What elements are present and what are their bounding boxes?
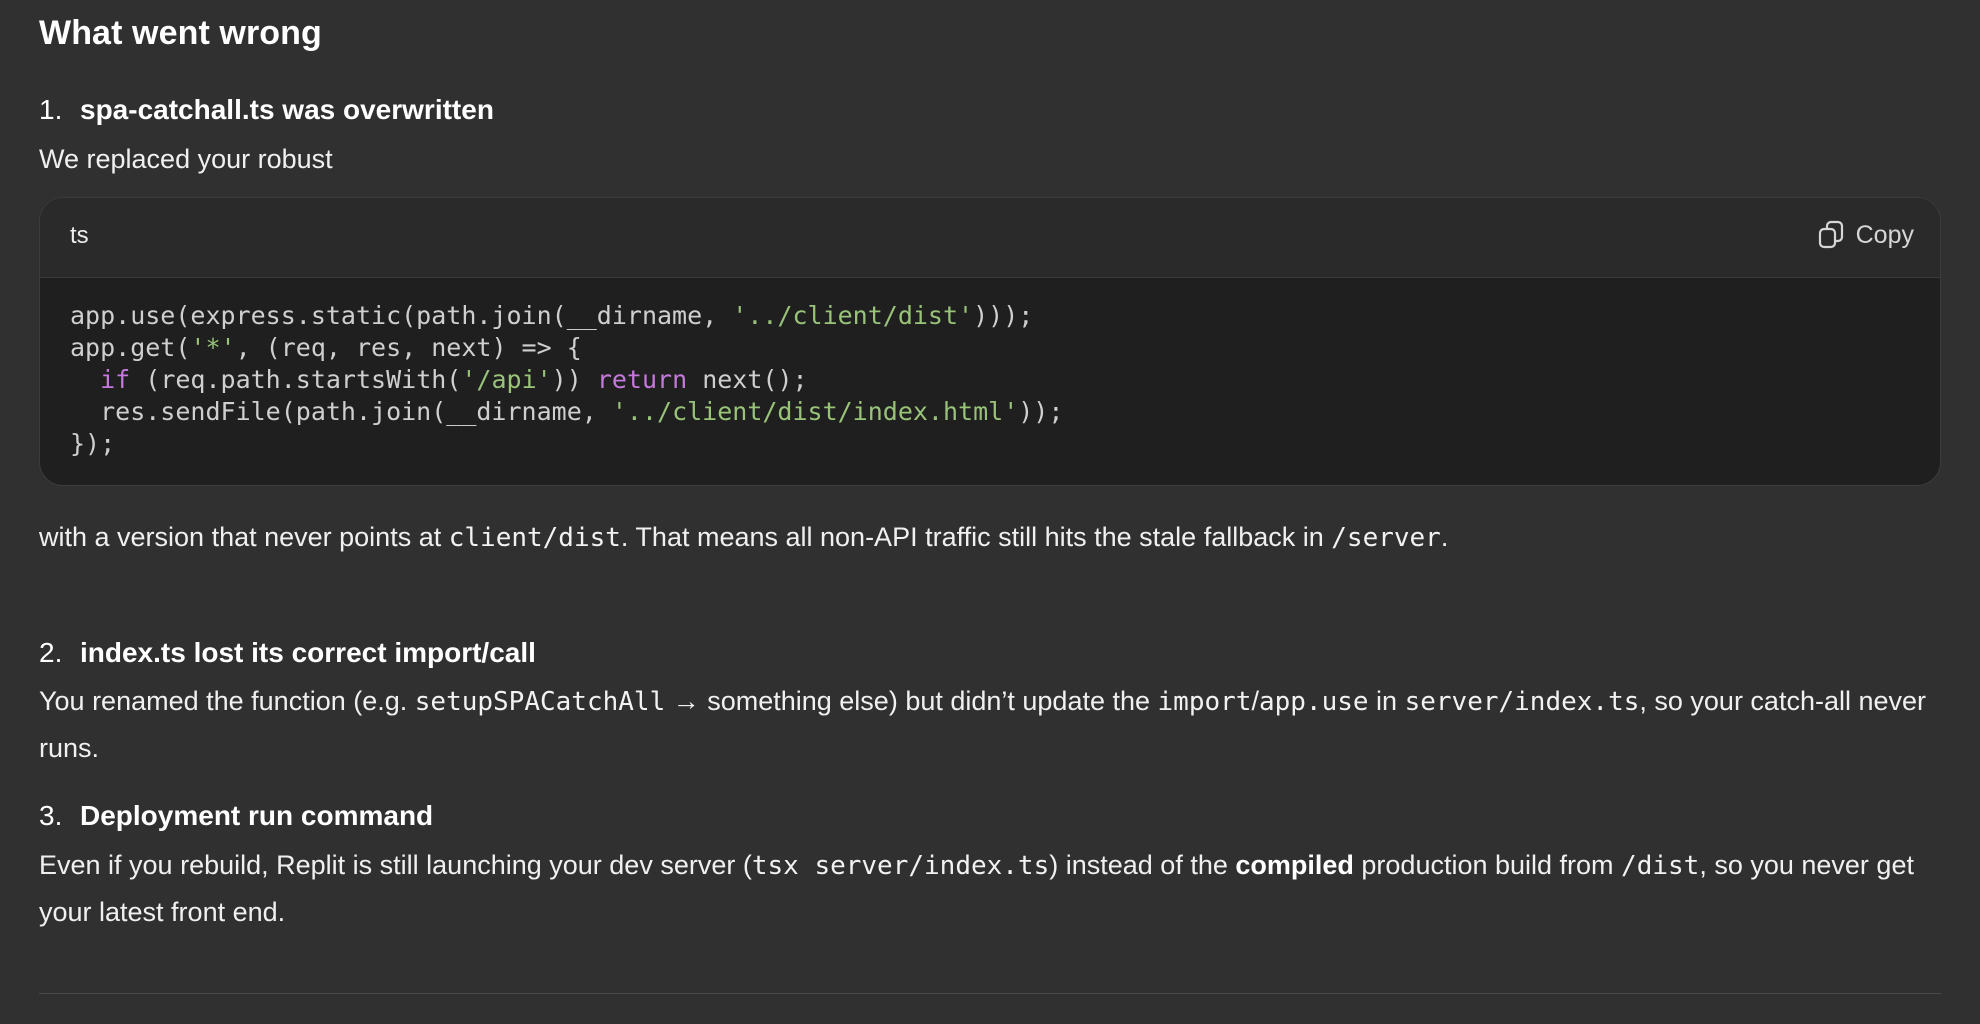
divider [39, 993, 1941, 994]
list-item-3-title: 3. Deployment run command [39, 800, 433, 832]
inline-code: app.use [1258, 687, 1369, 717]
list-item-1-intro: We replaced your robust [39, 144, 333, 174]
code-line: res.sendFile(path.join(__dirname, '../cl… [70, 397, 1064, 426]
list-number: 3. [39, 800, 63, 831]
code-line: if (req.path.startsWith('/api')) return … [100, 365, 808, 394]
code-block-header: ts Copy [40, 198, 1940, 278]
list-number: 2. [39, 637, 63, 668]
inline-code: server/index.ts [1404, 687, 1640, 717]
list-item-3-body: Even if you rebuild, Replit is still lau… [39, 850, 1914, 927]
code-language-label: ts [70, 222, 89, 249]
inline-code: setupSPACatchAll [414, 687, 666, 717]
copy-icon [1818, 220, 1846, 250]
code-block: ts Copy app.use(express.static(path.join… [39, 197, 1941, 486]
code-content: app.use(express.static(path.join(__dirna… [40, 278, 1940, 460]
section-heading: What went wrong [39, 14, 322, 52]
copy-button[interactable]: Copy [1818, 220, 1914, 250]
inline-code: tsx server/index.ts [751, 851, 1050, 881]
list-item-1-title: 1. spa-catchall.ts was overwritten [39, 94, 494, 126]
list-item-2-body: You renamed the function (e.g. setupSPAC… [39, 686, 1927, 763]
inline-code: client/dist [448, 523, 621, 553]
list-item-2-title: 2. index.ts lost its correct import/call [39, 637, 536, 669]
inline-code: import [1157, 687, 1252, 717]
list-item-title: spa-catchall.ts was overwritten [80, 94, 494, 125]
bold-text: compiled [1235, 850, 1354, 880]
list-item-title: Deployment run command [80, 800, 434, 831]
list-item-title: index.ts lost its correct import/call [80, 637, 536, 668]
list-number: 1. [39, 94, 63, 125]
code-line: app.get('*', (req, res, next) => { [70, 333, 582, 362]
code-line: app.use(express.static(path.join(__dirna… [70, 301, 1034, 330]
list-item-1-explanation: with a version that never points at clie… [39, 522, 1449, 553]
inline-code: /server [1331, 523, 1441, 553]
copy-label: Copy [1855, 220, 1914, 249]
inline-code: /dist [1621, 851, 1700, 881]
code-line: }); [70, 429, 116, 458]
